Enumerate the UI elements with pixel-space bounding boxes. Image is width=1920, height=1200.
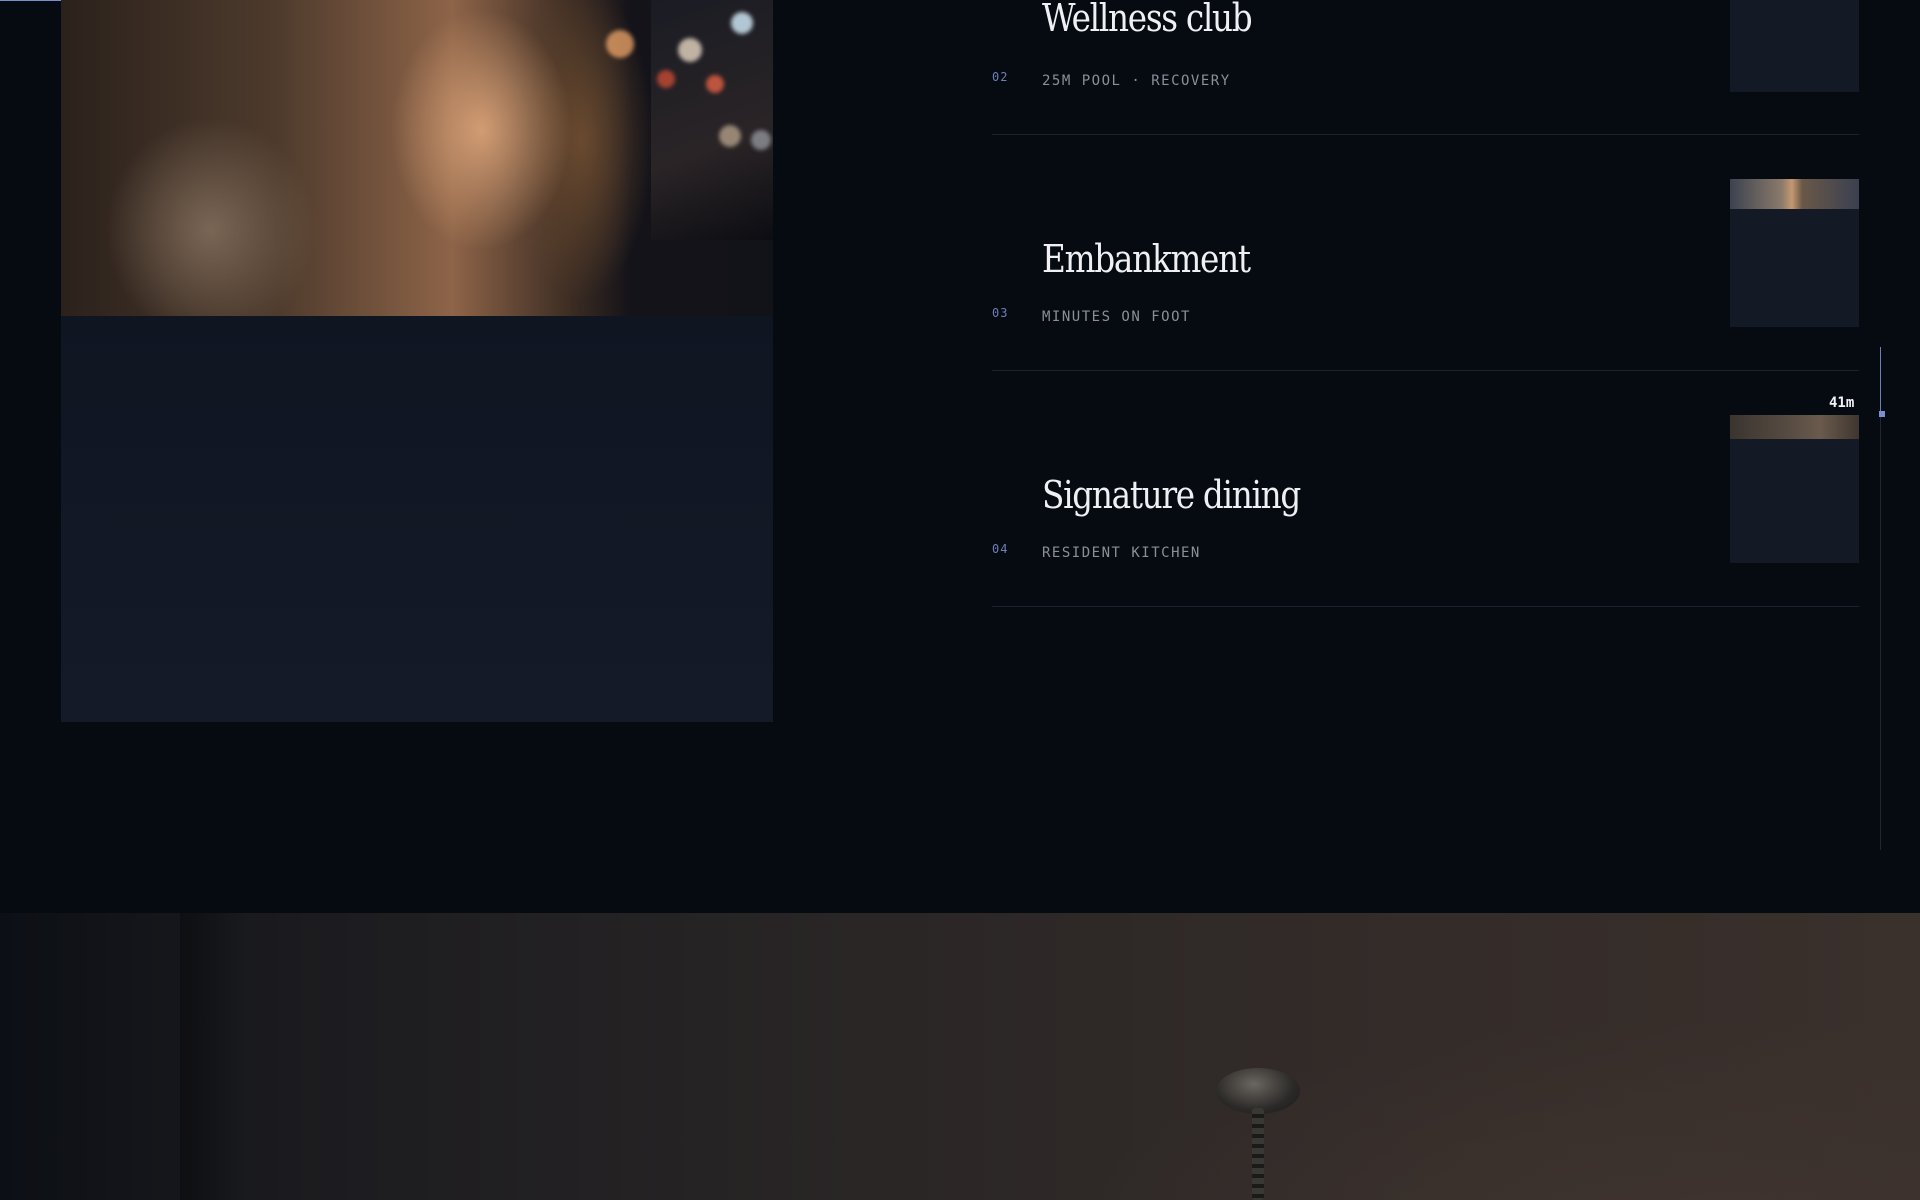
scroll-distance-label: 41m xyxy=(1829,395,1855,411)
chandelier-stem xyxy=(1252,1108,1264,1200)
scroll-track[interactable] xyxy=(1880,347,1881,850)
amenity-title: Signature dining xyxy=(1042,473,1301,517)
amenity-number: 04 xyxy=(992,542,1009,556)
car-window xyxy=(651,0,773,240)
list-item[interactable]: Wellness club 02 25M POOL · RECOVERY xyxy=(992,0,1859,136)
list-item[interactable]: Signature dining 04 RESIDENT KITCHEN xyxy=(992,372,1859,608)
divider xyxy=(992,370,1859,371)
thumbnail-image xyxy=(1730,179,1859,209)
amenity-subtitle: RESIDENT KITCHEN xyxy=(1042,545,1201,561)
scroll-handle[interactable] xyxy=(1879,411,1885,417)
scroll-track-fill xyxy=(1880,347,1881,415)
photo-panel xyxy=(61,316,773,722)
amenity-thumbnail[interactable] xyxy=(1730,415,1859,563)
wall-shadow xyxy=(180,913,240,1200)
hero-image xyxy=(0,913,1920,1200)
divider xyxy=(992,606,1859,607)
amenity-subtitle: 25M POOL · RECOVERY xyxy=(1042,73,1231,89)
amenity-subtitle: MINUTES ON FOOT xyxy=(1042,309,1191,325)
thumbnail-image xyxy=(1730,415,1859,439)
amenity-thumbnail[interactable] xyxy=(1730,179,1859,327)
amenity-thumbnail[interactable] xyxy=(1730,0,1859,92)
list-item[interactable]: Embankment 03 MINUTES ON FOOT xyxy=(992,136,1859,372)
feature-photo xyxy=(61,0,773,316)
amenity-title: Embankment xyxy=(1042,237,1251,281)
amenity-number: 02 xyxy=(992,70,1009,84)
amenity-number: 03 xyxy=(992,306,1009,320)
divider xyxy=(992,134,1859,135)
amenity-title: Wellness club xyxy=(1042,0,1253,40)
